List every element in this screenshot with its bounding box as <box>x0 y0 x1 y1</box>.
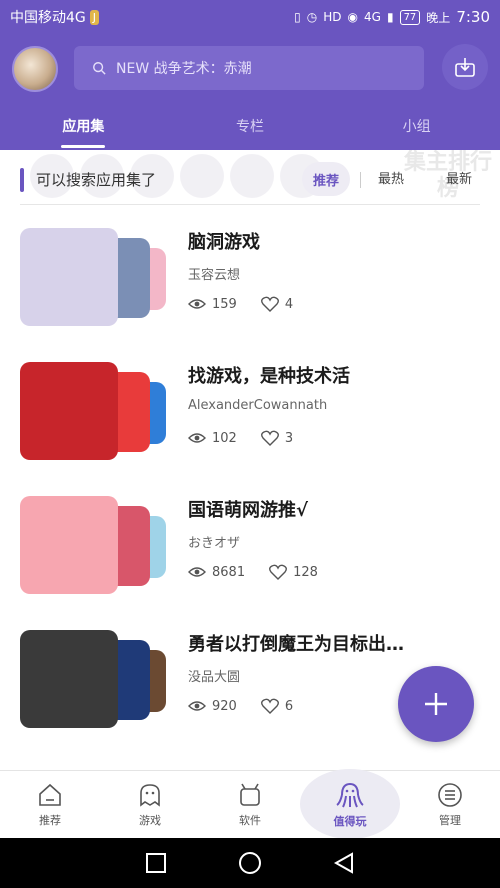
battery-indicator: 77 <box>399 9 421 25</box>
ghost-icon <box>140 783 160 807</box>
item-stats: 102 3 <box>188 430 293 446</box>
cover-stack <box>20 496 170 596</box>
like-count: 128 <box>293 564 318 580</box>
cover-image <box>20 362 118 460</box>
menu-circle-icon <box>438 782 462 807</box>
cover-stack <box>20 630 170 730</box>
nav-item-recommend[interactable]: 推荐 <box>0 771 100 838</box>
status-left: 中国移动4G J <box>10 7 294 27</box>
back-icon[interactable] <box>333 852 355 874</box>
recents-icon[interactable] <box>145 852 167 874</box>
nav-item-manage[interactable]: 管理 <box>400 771 500 838</box>
item-stats: 920 6 <box>188 698 293 714</box>
heart-icon[interactable] <box>260 296 279 312</box>
item-author: AlexanderCowannath <box>188 398 328 413</box>
like-count: 3 <box>284 430 294 446</box>
sort-new-button[interactable]: 最新 <box>446 168 472 192</box>
home-icon <box>39 783 61 806</box>
search-input[interactable]: NEW 战争艺术：赤潮 <box>74 46 424 90</box>
add-collection-button[interactable] <box>398 666 474 742</box>
status-bar: 中国移动4G J ▯ ◷ HD ◉ 4G ▮ 77 晚上 7:30 <box>0 0 500 34</box>
cover-image <box>20 496 118 594</box>
nav-label: 推荐 <box>39 813 61 827</box>
filter-row: 集主排行榜 可以搜索应用集了 推荐 最热 最新 <box>0 150 500 206</box>
heart-icon[interactable] <box>269 564 288 580</box>
eye-icon <box>188 299 206 309</box>
notification-badge: J <box>89 9 100 25</box>
search-icon <box>93 62 106 75</box>
octopus-icon <box>336 782 364 807</box>
list-item[interactable]: 找游戏，是种技术活 AlexanderCowannath 102 3 <box>0 352 500 472</box>
item-stats: 8681 128 <box>188 564 318 580</box>
avatar[interactable] <box>12 46 58 92</box>
like-count: 6 <box>284 698 294 714</box>
eye-icon: ◉ <box>347 10 359 24</box>
vibrate-icon: ▯ <box>294 10 301 24</box>
item-title: 脑洞游戏 <box>188 232 260 253</box>
item-author: おきオザ <box>188 536 241 551</box>
signal-icon: ▮ <box>386 10 394 24</box>
item-title: 国语萌网游推√ <box>188 500 309 521</box>
nav-label: 管理 <box>439 813 461 827</box>
download-button[interactable] <box>442 44 488 90</box>
item-stats: 159 4 <box>188 296 293 312</box>
nav-label: 软件 <box>239 813 261 827</box>
sort-recommend-button[interactable]: 推荐 <box>302 162 350 196</box>
alarm-icon: ◷ <box>306 10 318 24</box>
header-tabs: 应用集 专栏 小组 <box>0 110 500 150</box>
nav-item-games[interactable]: 游戏 <box>100 771 200 838</box>
nav-item-apps[interactable]: 软件 <box>200 771 300 838</box>
nav-label: 游戏 <box>139 813 161 827</box>
download-icon <box>455 58 475 77</box>
plus-icon <box>425 693 447 715</box>
item-title: 找游戏，是种技术活 <box>188 366 350 387</box>
view-count: 159 <box>212 296 237 312</box>
eye-icon <box>188 433 206 443</box>
nav-item-worth-playing[interactable]: 值得玩 <box>300 769 400 839</box>
filter-title[interactable]: 可以搜索应用集了 <box>36 168 156 192</box>
heart-icon[interactable] <box>260 698 279 714</box>
sort-divider <box>360 172 361 188</box>
search-placeholder: NEW 战争艺术：赤潮 <box>116 61 252 77</box>
sort-hot-button[interactable]: 最热 <box>378 168 404 192</box>
status-right: ▯ ◷ HD ◉ 4G ▮ 77 晚上 7:30 <box>294 8 490 26</box>
item-author: 玉容云想 <box>188 268 241 283</box>
cover-image <box>20 630 118 728</box>
system-nav-bar <box>0 838 500 888</box>
heart-icon[interactable] <box>260 430 279 446</box>
view-count: 8681 <box>212 564 246 580</box>
tab-groups[interactable]: 小组 <box>333 110 500 150</box>
time-prefix: 晚上 <box>426 10 451 25</box>
status-time: 7:30 <box>456 8 490 26</box>
filter-accent-bar <box>20 168 24 192</box>
item-title: 勇者以打倒魔王为目标出… <box>188 634 404 655</box>
bottom-nav: 推荐 游戏 软件 值得玩 管理 <box>0 769 500 839</box>
home-circle-icon[interactable] <box>238 851 262 875</box>
like-count: 4 <box>284 296 294 312</box>
android-icon <box>240 783 260 806</box>
app-header: NEW 战争艺术：赤潮 应用集 专栏 小组 <box>0 34 500 150</box>
nav-label: 值得玩 <box>333 814 367 828</box>
list-item[interactable]: 国语萌网游推√ おきオザ 8681 128 <box>0 486 500 606</box>
hd-label: HD <box>323 10 342 24</box>
eye-icon <box>188 701 206 711</box>
view-count: 920 <box>212 698 237 714</box>
item-author: 没品大圆 <box>188 670 241 685</box>
cover-stack <box>20 228 170 328</box>
list-item[interactable]: 脑洞游戏 玉容云想 159 4 <box>0 218 500 338</box>
divider <box>20 204 480 205</box>
view-count: 102 <box>212 430 237 446</box>
network-label: 4G <box>364 10 381 24</box>
cover-image <box>20 228 118 326</box>
carrier-label: 中国移动4G <box>10 10 86 26</box>
tab-collections[interactable]: 应用集 <box>0 110 167 150</box>
cover-stack <box>20 362 170 462</box>
eye-icon <box>188 567 206 577</box>
tab-columns[interactable]: 专栏 <box>167 110 334 150</box>
